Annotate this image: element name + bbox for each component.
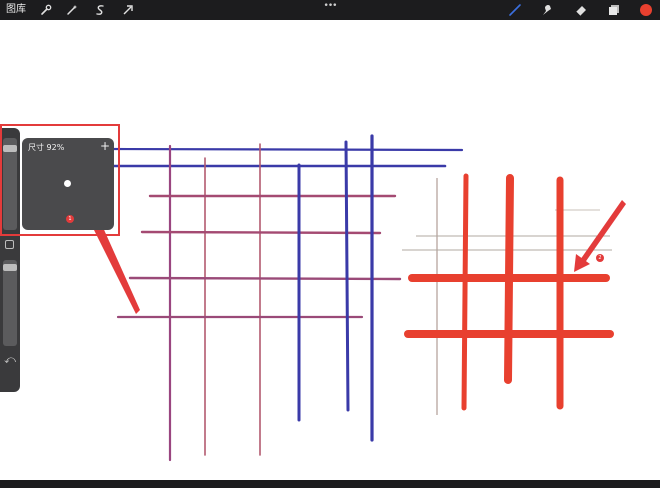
brush-icon[interactable] [507, 2, 523, 18]
bottom-bar [0, 480, 660, 488]
stroke-pink-h2 [140, 230, 382, 235]
square-icon[interactable] [5, 240, 14, 249]
gallery-button[interactable]: 图库 [6, 3, 26, 17]
selection-icon[interactable] [92, 2, 108, 18]
top-toolbar: 图库 ••• [0, 0, 660, 20]
drawing-canvas[interactable] [0, 20, 660, 480]
annotation-badge-2: 2 [596, 254, 604, 262]
annotation-badge-1: 1 [66, 215, 74, 223]
magic-wand-icon[interactable] [64, 2, 80, 18]
stroke-blue-h1 [110, 147, 464, 152]
smudge-icon[interactable] [539, 2, 555, 18]
transform-arrow-icon[interactable] [120, 2, 136, 18]
opacity-slider[interactable] [3, 260, 17, 346]
opacity-slider-thumb[interactable] [3, 263, 17, 271]
layers-icon[interactable] [606, 2, 622, 18]
wrench-icon[interactable] [38, 2, 54, 18]
stroke-blue-v2 [344, 140, 350, 412]
stroke-red-v1 [461, 173, 469, 411]
more-options-dots[interactable]: ••• [322, 1, 338, 11]
eraser-icon[interactable] [573, 2, 589, 18]
stroke-pink-h3 [128, 276, 402, 281]
color-swatch[interactable] [638, 2, 654, 18]
undo-icon[interactable]: ⤺ [3, 353, 17, 367]
annotation-highlight-box [0, 124, 120, 236]
